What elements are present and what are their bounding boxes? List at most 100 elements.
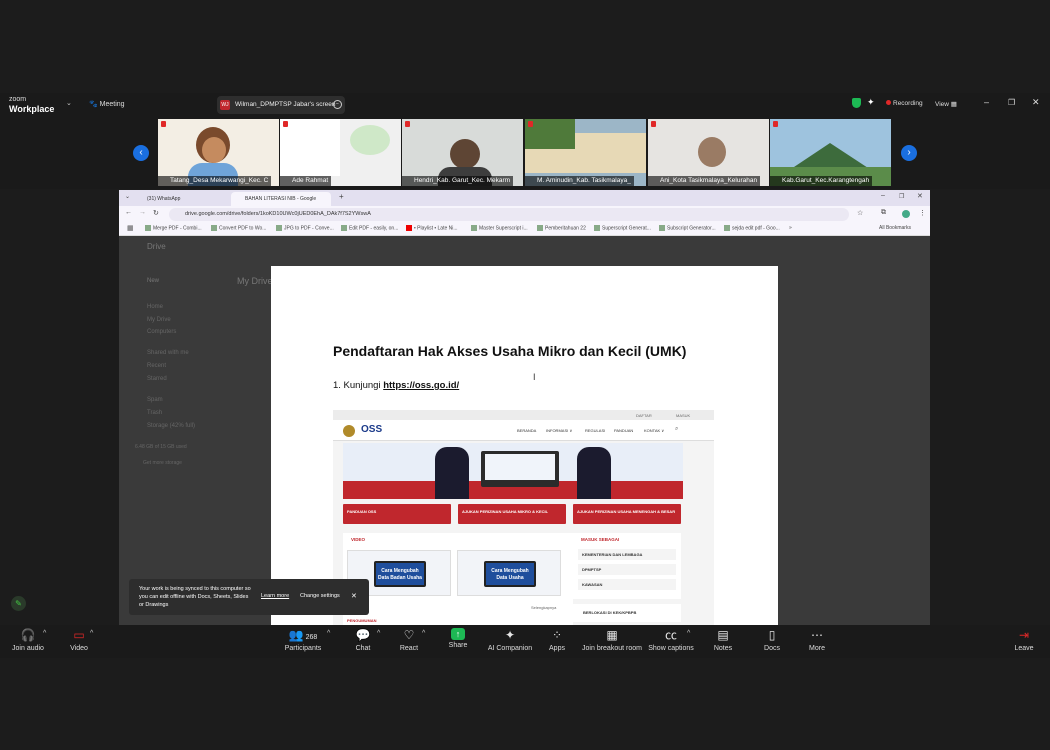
sidebar-item[interactable]: Spam — [147, 397, 163, 403]
bookmarks-bar: ▦ Merge PDF - Combi... Convert PDF to Wo… — [119, 223, 930, 236]
minimize-icon[interactable]: – — [881, 192, 885, 199]
leave-button[interactable]: ⇥ Leave — [1012, 628, 1036, 652]
shared-screen: ⌄ (31) WhatsApp BAHAN LITERASI NIB - Goo… — [119, 190, 930, 625]
chat-icon: 💬 — [355, 628, 371, 642]
video-thumbnail: Cara Mengubah Data Usaha — [457, 550, 561, 596]
bookmark[interactable]: Convert PDF to Wo... — [211, 225, 266, 231]
mic-muted-icon — [528, 121, 533, 127]
join-audio-button[interactable]: 🎧 Join audio — [8, 628, 48, 652]
avatar-face — [202, 137, 226, 163]
bookmark[interactable]: • Playlist • Late Ni... — [406, 225, 458, 231]
bookmark[interactable]: JPG to PDF - Conve... — [276, 225, 334, 231]
recording-label: Recording — [893, 100, 923, 107]
react-button[interactable]: ♡ React — [398, 628, 420, 652]
chevron-up-icon[interactable]: ^ — [90, 630, 93, 637]
leave-icon: ⇥ — [1018, 628, 1030, 642]
share-button[interactable]: ↑ Share — [446, 628, 470, 649]
apps-button[interactable]: ⁘ Apps — [546, 628, 568, 652]
participant-tile[interactable]: Ani_Kota Tasikmalaya_Kelurahan — [648, 119, 769, 186]
participant-video-head — [698, 137, 726, 167]
sidebar-item[interactable]: Storage (42% full) — [147, 423, 195, 429]
close-icon[interactable]: ✕ — [1032, 97, 1040, 108]
minimize-icon[interactable]: – — [984, 97, 989, 107]
login-item: KAWASAN — [578, 579, 676, 590]
next-page-button[interactable]: › — [901, 145, 917, 161]
extensions-icon[interactable]: ⧉ — [881, 209, 886, 217]
bookmark-overflow[interactable]: » — [789, 225, 792, 231]
chevron-up-icon[interactable]: ^ — [687, 630, 690, 637]
apps-grid-icon[interactable]: ▦ — [127, 224, 134, 232]
star-icon[interactable]: ☆ — [857, 209, 863, 217]
document-preview: Pendaftaran Hak Akses Usaha Mikro dan Ke… — [271, 266, 778, 625]
bookmark[interactable]: Edit PDF - easily, on... — [341, 225, 398, 231]
bookmark[interactable]: Superscript Generat... — [594, 225, 651, 231]
sidebar-item[interactable]: Computers — [147, 329, 176, 335]
participant-tile[interactable]: Hendri_Kab. Garut_Kec. Mekarm — [402, 119, 523, 186]
oss-website-screenshot: DAFTAR MASUK OSS BERANDA INFORMASI ∨ REG… — [333, 410, 714, 625]
bookmark[interactable]: Subscript Generator... — [659, 225, 716, 231]
get-storage-button[interactable]: Get more storage — [143, 460, 182, 466]
forward-icon[interactable]: → — [139, 209, 146, 216]
chevron-up-icon[interactable]: ^ — [422, 630, 425, 637]
new-button[interactable]: New — [147, 278, 159, 284]
sidebar-item[interactable]: My Drive — [147, 317, 171, 323]
participant-tile[interactable]: Kab.Garut_Kec.Karangtengah — [770, 119, 891, 186]
chevron-up-icon[interactable]: ^ — [377, 630, 380, 637]
meeting-toolbar: 🎧 Join audio ^ ▭ Video ^ 👥 268 Participants … — [0, 625, 1050, 658]
oss-link[interactable]: https://oss.go.id/ — [383, 380, 459, 391]
notes-button[interactable]: ▤ Notes — [711, 628, 735, 652]
menu-icon[interactable]: ⋮ — [919, 209, 926, 217]
recording-indicator[interactable]: Recording — [886, 100, 923, 107]
ai-companion-button[interactable]: ✦ AI Companion — [487, 628, 533, 652]
sparkle-icon[interactable]: ✦ — [867, 97, 875, 108]
docs-button[interactable]: ▯ Docs — [761, 628, 783, 652]
share-label: Wilman_DPMPTSP Jabar's screen — [235, 101, 336, 108]
sidebar-item[interactable]: Home — [147, 304, 163, 310]
view-label: View — [935, 101, 949, 108]
back-icon[interactable]: ← — [125, 209, 132, 216]
close-icon[interactable]: ✕ — [917, 192, 923, 200]
bookmark[interactable]: Master Superscript i... — [471, 225, 528, 231]
restore-icon[interactable]: ❐ — [899, 193, 904, 200]
restore-icon[interactable]: ❐ — [1008, 98, 1015, 107]
url-field[interactable]: drive.google.com/drive/folders/1koKD10UW… — [169, 208, 849, 221]
participant-tile[interactable]: M. Aminudin_Kab. Tasikmalaya_ — [525, 119, 646, 186]
screen-share-indicator[interactable]: WJ Wilman_DPMPTSP Jabar's screen − — [217, 96, 345, 114]
tab-drive[interactable]: BAHAN LITERASI NIB - Google — [231, 192, 331, 206]
view-button[interactable]: View ▦ — [935, 100, 957, 108]
more-options-icon[interactable]: − — [333, 100, 342, 109]
bookmark[interactable]: Pemberitahuan 22 — [537, 225, 586, 231]
breakout-room-button[interactable]: ▦ Join breakout room — [582, 628, 642, 652]
participant-tile[interactable]: Ade Rahmat — [280, 119, 401, 186]
chat-button[interactable]: 💬 Chat — [353, 628, 373, 652]
grid-icon: ▦ — [606, 628, 618, 642]
sidebar-item[interactable]: Recent — [147, 363, 166, 369]
sidebar-item[interactable]: Starred — [147, 376, 167, 382]
drive-page-dimmed: Drive New My Drive Home My Drive Compute… — [119, 236, 930, 625]
new-tab-icon[interactable]: + — [339, 192, 344, 201]
chevron-up-icon[interactable]: ^ — [43, 630, 46, 637]
drive-title: Drive — [147, 242, 166, 251]
reload-icon[interactable]: ↻ — [153, 209, 159, 217]
profile-icon[interactable] — [902, 210, 910, 218]
all-bookmarks[interactable]: All Bookmarks — [879, 225, 911, 231]
meeting-button[interactable]: 🐾 Meeting — [89, 100, 125, 108]
participant-tile[interactable]: Tatang_Desa Mekarwangi_Kec. C — [158, 119, 279, 186]
more-button[interactable]: ⋯ More — [806, 628, 828, 652]
bookmark[interactable]: Merge PDF - Combi... — [145, 225, 202, 231]
tab-search-icon[interactable]: ⌄ — [125, 193, 130, 200]
sidebar-item[interactable]: Trash — [147, 410, 162, 416]
close-icon[interactable]: ✕ — [351, 592, 357, 600]
participants-button[interactable]: 👥 268 Participants — [283, 628, 323, 652]
chevron-down-icon[interactable]: ⌄ — [66, 99, 72, 107]
tab-whatsapp[interactable]: (31) WhatsApp — [133, 192, 229, 206]
chevron-up-icon[interactable]: ^ — [327, 630, 330, 637]
prev-page-button[interactable]: ‹ — [133, 145, 149, 161]
sidebar-item[interactable]: Shared with me — [147, 350, 189, 356]
learn-more-link[interactable]: Learn more — [261, 593, 289, 599]
pen-edit-icon[interactable]: ✎ — [11, 596, 26, 611]
headphones-icon: 🎧 — [20, 628, 36, 642]
bookmark[interactable]: sejda edit pdf - Goo... — [724, 225, 780, 231]
shield-icon[interactable] — [852, 98, 861, 108]
change-settings-link[interactable]: Change settings — [300, 593, 340, 599]
